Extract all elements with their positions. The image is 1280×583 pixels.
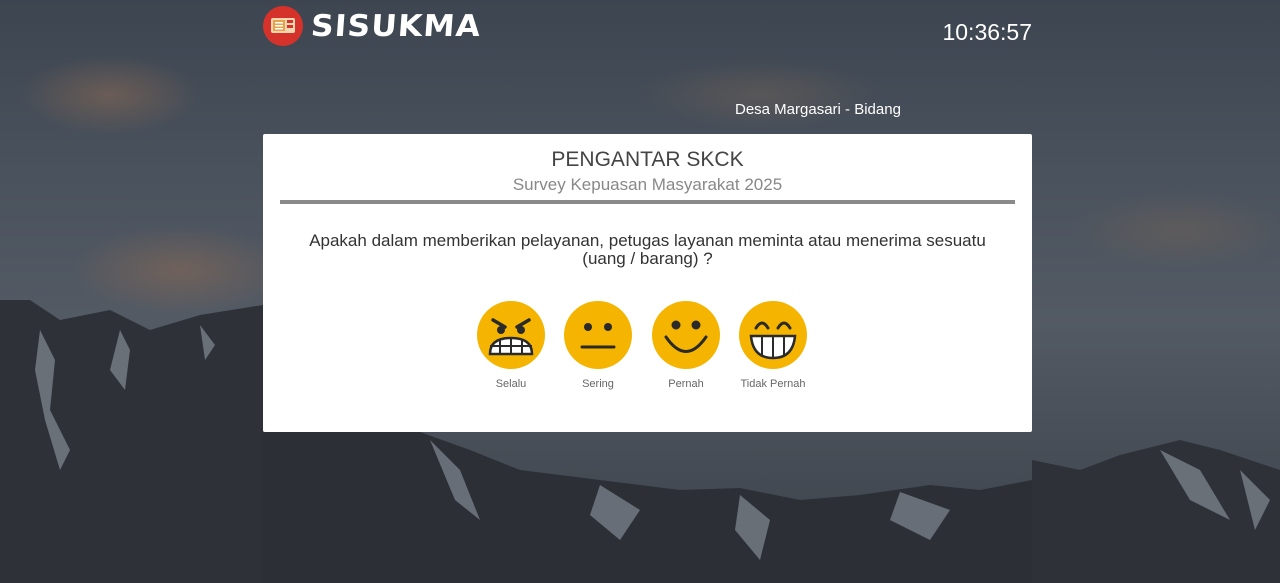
option-sering[interactable]: Sering [553, 300, 643, 390]
answer-options: Selalu Sering Pernah Tidak Pernah [263, 300, 1032, 400]
option-label: Sering [582, 378, 614, 390]
clock: 10:36:57 [942, 19, 1032, 45]
neutral-face-icon [564, 301, 632, 369]
location-label: Desa Margasari - Bidang [735, 101, 901, 118]
logo-badge-icon [263, 6, 303, 46]
option-tidak-pernah[interactable]: Tidak Pernah [728, 300, 818, 390]
option-label: Tidak Pernah [740, 378, 806, 390]
option-label: Selalu [495, 378, 527, 390]
grinning-face-icon [739, 301, 807, 369]
app-header: SISUKMA 10:36:57 [263, 5, 1032, 55]
survey-title: PENGANTAR SKCK [551, 148, 744, 171]
smiling-face-icon [652, 301, 720, 369]
angry-face-icon [477, 301, 545, 369]
survey-question: Apakah dalam memberikan pelayanan, petug… [309, 231, 986, 268]
option-selalu[interactable]: Selalu [466, 300, 556, 390]
option-label: Pernah [668, 378, 704, 390]
survey-subtitle: Survey Kepuasan Masyarakat 2025 [512, 175, 783, 194]
divider [280, 200, 1015, 204]
survey-card: PENGANTAR SKCK Survey Kepuasan Masyaraka… [263, 134, 1032, 432]
logo-text: SISUKMA [309, 8, 483, 44]
app-logo[interactable]: SISUKMA [263, 5, 482, 47]
option-pernah[interactable]: Pernah [641, 300, 731, 390]
